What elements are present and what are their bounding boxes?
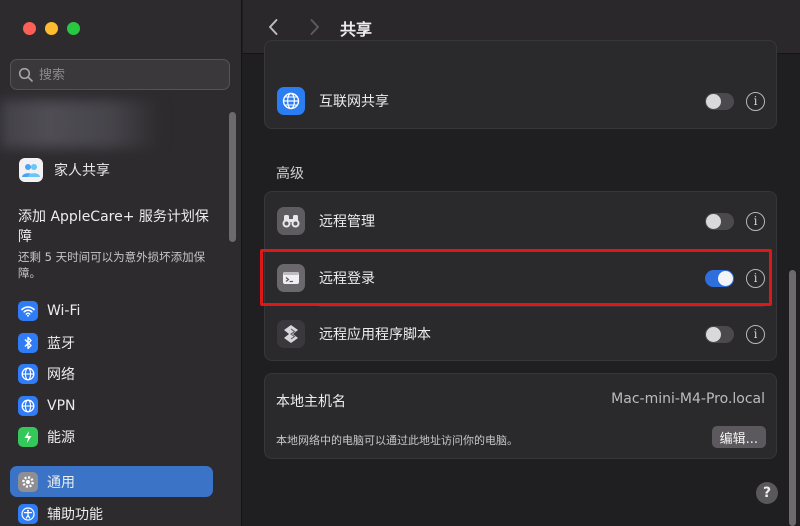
sidebar-item-label: 蓝牙 [47, 335, 75, 352]
edit-hostname-button[interactable]: 编辑... [711, 426, 766, 448]
forward-arrow-icon[interactable] [303, 16, 325, 38]
search-input[interactable] [39, 64, 219, 86]
sidebar-item-bluetooth[interactable]: 蓝牙 [10, 327, 213, 358]
bluetooth-icon [18, 332, 38, 353]
remote-management-toggle[interactable] [705, 212, 734, 230]
remote-management-label: 远程管理 [319, 214, 375, 230]
sidebar-item-label: 网络 [47, 366, 75, 383]
sidebar-item-label: 能源 [47, 429, 75, 446]
search-icon [18, 67, 33, 82]
globe-icon [18, 363, 38, 384]
hostname-card: 本地主机名 Mac-mini-M4-Pro.local 本地网络中的电脑可以通过… [264, 373, 777, 459]
advanced-section-header: 高级 [276, 166, 304, 182]
internet-sharing-toggle[interactable] [705, 92, 734, 110]
family-sharing-icon [19, 158, 43, 182]
sidebar-scrollbar[interactable] [229, 112, 236, 242]
vpn-icon [18, 395, 38, 416]
search-field[interactable] [10, 59, 230, 90]
script-icon [277, 320, 305, 348]
help-button[interactable]: ? [756, 482, 778, 504]
sidebar-item-accessibility[interactable]: 辅助功能 [10, 498, 213, 526]
internet-sharing-label: 互联网共享 [319, 94, 389, 110]
local-hostname-value: Mac-mini-M4-Pro.local [611, 391, 765, 407]
sidebar-item-label: 辅助功能 [47, 506, 103, 523]
remote-management-info-icon[interactable]: i [746, 211, 765, 231]
sidebar-item-vpn[interactable]: VPN [10, 390, 213, 421]
sidebar-item-label: 通用 [47, 474, 75, 491]
minimize-window-button[interactable] [45, 22, 58, 35]
internet-sharing-globe-icon [277, 87, 305, 115]
battery-icon [18, 426, 38, 447]
gear-icon [18, 471, 38, 492]
sidebar-item-general[interactable]: 通用 [10, 466, 213, 497]
family-sharing-label: 家人共享 [54, 163, 110, 179]
remote-apple-events-info-icon[interactable]: i [746, 324, 765, 344]
applecare-title: 添加 AppleCare+ 服务计划保障 [18, 209, 209, 245]
remote-apple-events-label: 远程应用程序脚本 [319, 327, 431, 343]
page-title: 共享 [340, 20, 373, 39]
main-pane: 共享 互联网共享 i 高级 远程管理 i 远程登录 i 远程应用程序脚本 i 本… [243, 0, 800, 526]
remote-apple-events-row[interactable]: 远程应用程序脚本 i [265, 306, 776, 362]
sidebar-item-family-sharing[interactable]: 家人共享 [19, 158, 110, 182]
internet-sharing-info-icon[interactable]: i [746, 91, 765, 111]
internet-sharing-row[interactable]: 互联网共享 i [265, 73, 776, 129]
local-hostname-label: 本地主机名 [276, 394, 346, 410]
sidebar-item-energy[interactable]: 能源 [10, 421, 213, 452]
sidebar-item-network[interactable]: 网络 [10, 358, 213, 389]
sidebar: 家人共享 添加 AppleCare+ 服务计划保障 还剩 5 天时间可以为意外损… [0, 0, 242, 526]
remote-apple-events-toggle[interactable] [705, 325, 734, 343]
sharing-services-card: 互联网共享 i [264, 40, 777, 129]
zoom-window-button[interactable] [67, 22, 80, 35]
hostname-description: 本地网络中的电脑可以通过此地址访问你的电脑。 [276, 434, 518, 447]
applecare-subtitle: 还剩 5 天时间可以为意外损坏添加保障。 [18, 250, 206, 280]
main-scrollbar[interactable] [789, 270, 796, 526]
binoculars-icon [277, 207, 305, 235]
close-window-button[interactable] [23, 22, 36, 35]
sidebar-item-label: Wi-Fi [47, 302, 81, 319]
back-arrow-icon[interactable] [263, 16, 285, 38]
wifi-icon [18, 300, 38, 321]
remote-login-highlight-box [260, 249, 772, 306]
applecare-promo[interactable]: 添加 AppleCare+ 服务计划保障 还剩 5 天时间可以为意外损坏添加保障… [18, 207, 218, 281]
sidebar-item-wifi[interactable]: Wi-Fi [10, 295, 213, 326]
sidebar-item-label: VPN [47, 397, 76, 414]
accessibility-icon [18, 503, 38, 524]
remote-management-row[interactable]: 远程管理 i [265, 193, 776, 249]
account-avatar-blurred[interactable] [0, 100, 160, 148]
